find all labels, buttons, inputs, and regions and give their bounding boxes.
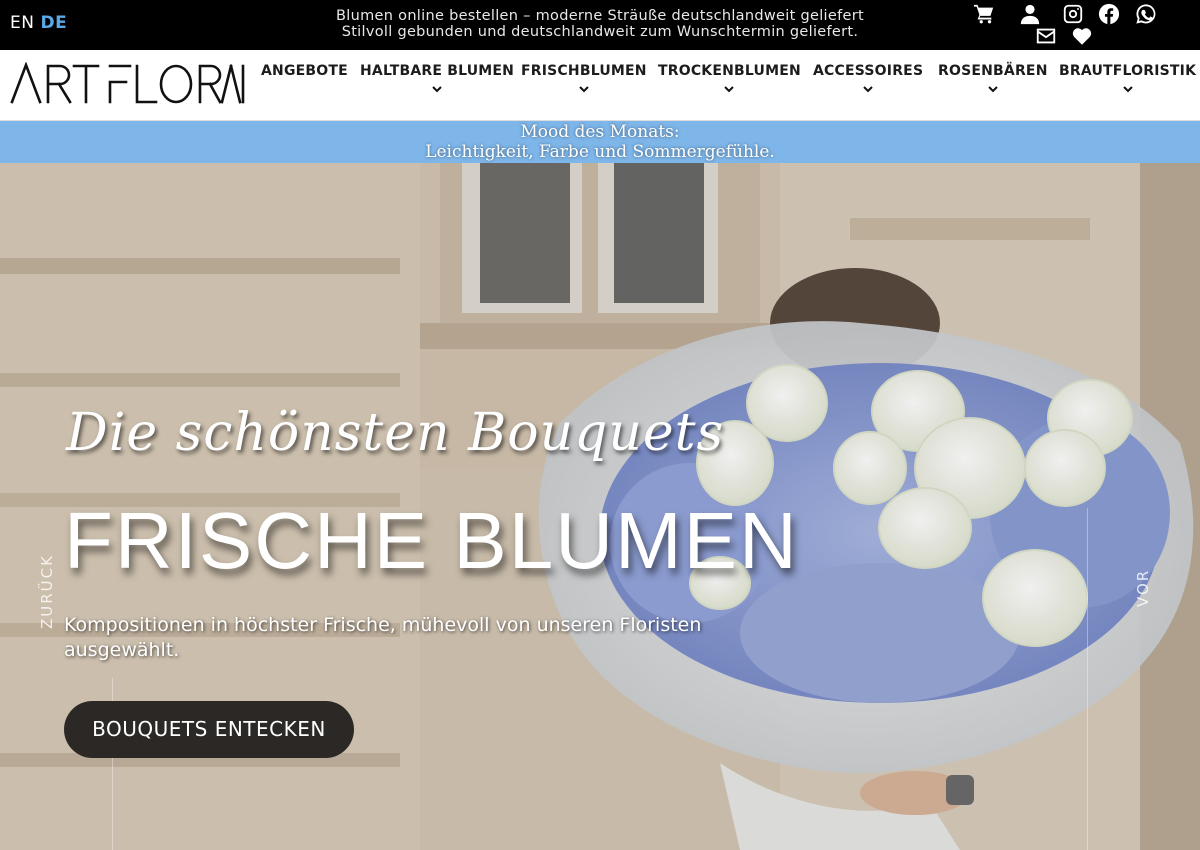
nav-item-label: ANGEBOTE — [261, 63, 348, 79]
nav-item-label: HALTBARE BLUMEN — [360, 63, 515, 79]
facebook-icon[interactable] — [1096, 2, 1122, 26]
announcement-line-1: Mood des Monats: — [520, 122, 680, 142]
language-switcher: EN DE — [10, 13, 73, 33]
nav-item-trockenblumen[interactable]: TROCKENBLUMEN — [658, 63, 801, 93]
nav-item-accessoires[interactable]: ACCESSOIRES — [813, 63, 923, 93]
nav-item-brautfloristik[interactable]: BRAUTFLORISTIK — [1059, 63, 1196, 93]
nav-item-rosenbaeren[interactable]: ROSENBÄREN — [938, 63, 1048, 93]
lang-de-link[interactable]: DE — [40, 13, 67, 33]
chevron-down-icon — [724, 86, 735, 93]
tagline-line-1: Blumen online bestellen – moderne Sträuß… — [336, 8, 864, 24]
slider-prev-button[interactable]: ZURÜCK — [38, 541, 74, 641]
slider-prev-label: ZURÜCK — [38, 554, 56, 629]
chevron-down-icon — [863, 86, 873, 93]
bouquets-cta-button[interactable]: BOUQUETS ENTECKEN — [64, 701, 354, 758]
slider-next-label: VOR — [1134, 568, 1152, 607]
user-icon[interactable] — [1017, 2, 1043, 26]
chevron-down-icon — [1122, 86, 1133, 93]
heart-icon[interactable] — [1069, 24, 1095, 48]
hero-title: FRISCHE BLUMEN — [64, 496, 799, 585]
whatsapp-icon[interactable] — [1133, 2, 1159, 26]
chevron-down-icon — [432, 86, 442, 93]
announcement-bar: Mood des Monats: Leichtigkeit, Farbe und… — [0, 121, 1200, 163]
instagram-icon[interactable] — [1060, 2, 1086, 26]
main-header: ANGEBOTE HALTBARE BLUMEN FRISCHBLUMEN TR… — [0, 50, 1200, 121]
mail-icon[interactable] — [1033, 24, 1059, 48]
top-bar: EN DE Blumen online bestellen – moderne S… — [0, 0, 1200, 50]
main-nav: ANGEBOTE HALTBARE BLUMEN FRISCHBLUMEN TR… — [250, 50, 1200, 121]
nav-item-haltbare-blumen[interactable]: HALTBARE BLUMEN — [360, 63, 514, 93]
nav-item-label: FRISCHBLUMEN — [521, 63, 647, 79]
slider-next-button[interactable]: VOR — [1130, 563, 1160, 623]
nav-item-label: ACCESSOIRES — [813, 63, 924, 79]
logo[interactable] — [10, 61, 246, 104]
nav-item-frischblumen[interactable]: FRISCHBLUMEN — [521, 63, 647, 93]
chevron-down-icon — [988, 86, 998, 93]
tagline-line-2: Stilvoll gebunden und deutschlandweit zu… — [341, 24, 859, 40]
cart-icon[interactable] — [971, 2, 997, 26]
tagline: Blumen online bestellen – moderne Sträuß… — [300, 8, 900, 40]
chevron-down-icon — [579, 86, 589, 93]
divider-line — [1087, 508, 1088, 850]
hero-script-heading: Die schönsten Bouquets — [66, 403, 725, 463]
lang-en-link[interactable]: EN — [10, 13, 34, 33]
hero-subtitle: Kompositionen in höchster Frische, mühev… — [64, 614, 702, 661]
nav-item-label: BRAUTFLORISTIK — [1059, 63, 1197, 79]
hero-slider: Die schönsten Bouquets FRISCHE BLUMEN Ko… — [0, 163, 1200, 850]
top-icons — [965, 2, 1165, 50]
nav-item-label: TROCKENBLUMEN — [658, 63, 801, 79]
nav-item-angebote[interactable]: ANGEBOTE — [261, 63, 348, 79]
announcement-line-2: Leichtigkeit, Farbe und Sommergefühle. — [425, 142, 775, 162]
nav-item-label: ROSENBÄREN — [938, 63, 1048, 79]
